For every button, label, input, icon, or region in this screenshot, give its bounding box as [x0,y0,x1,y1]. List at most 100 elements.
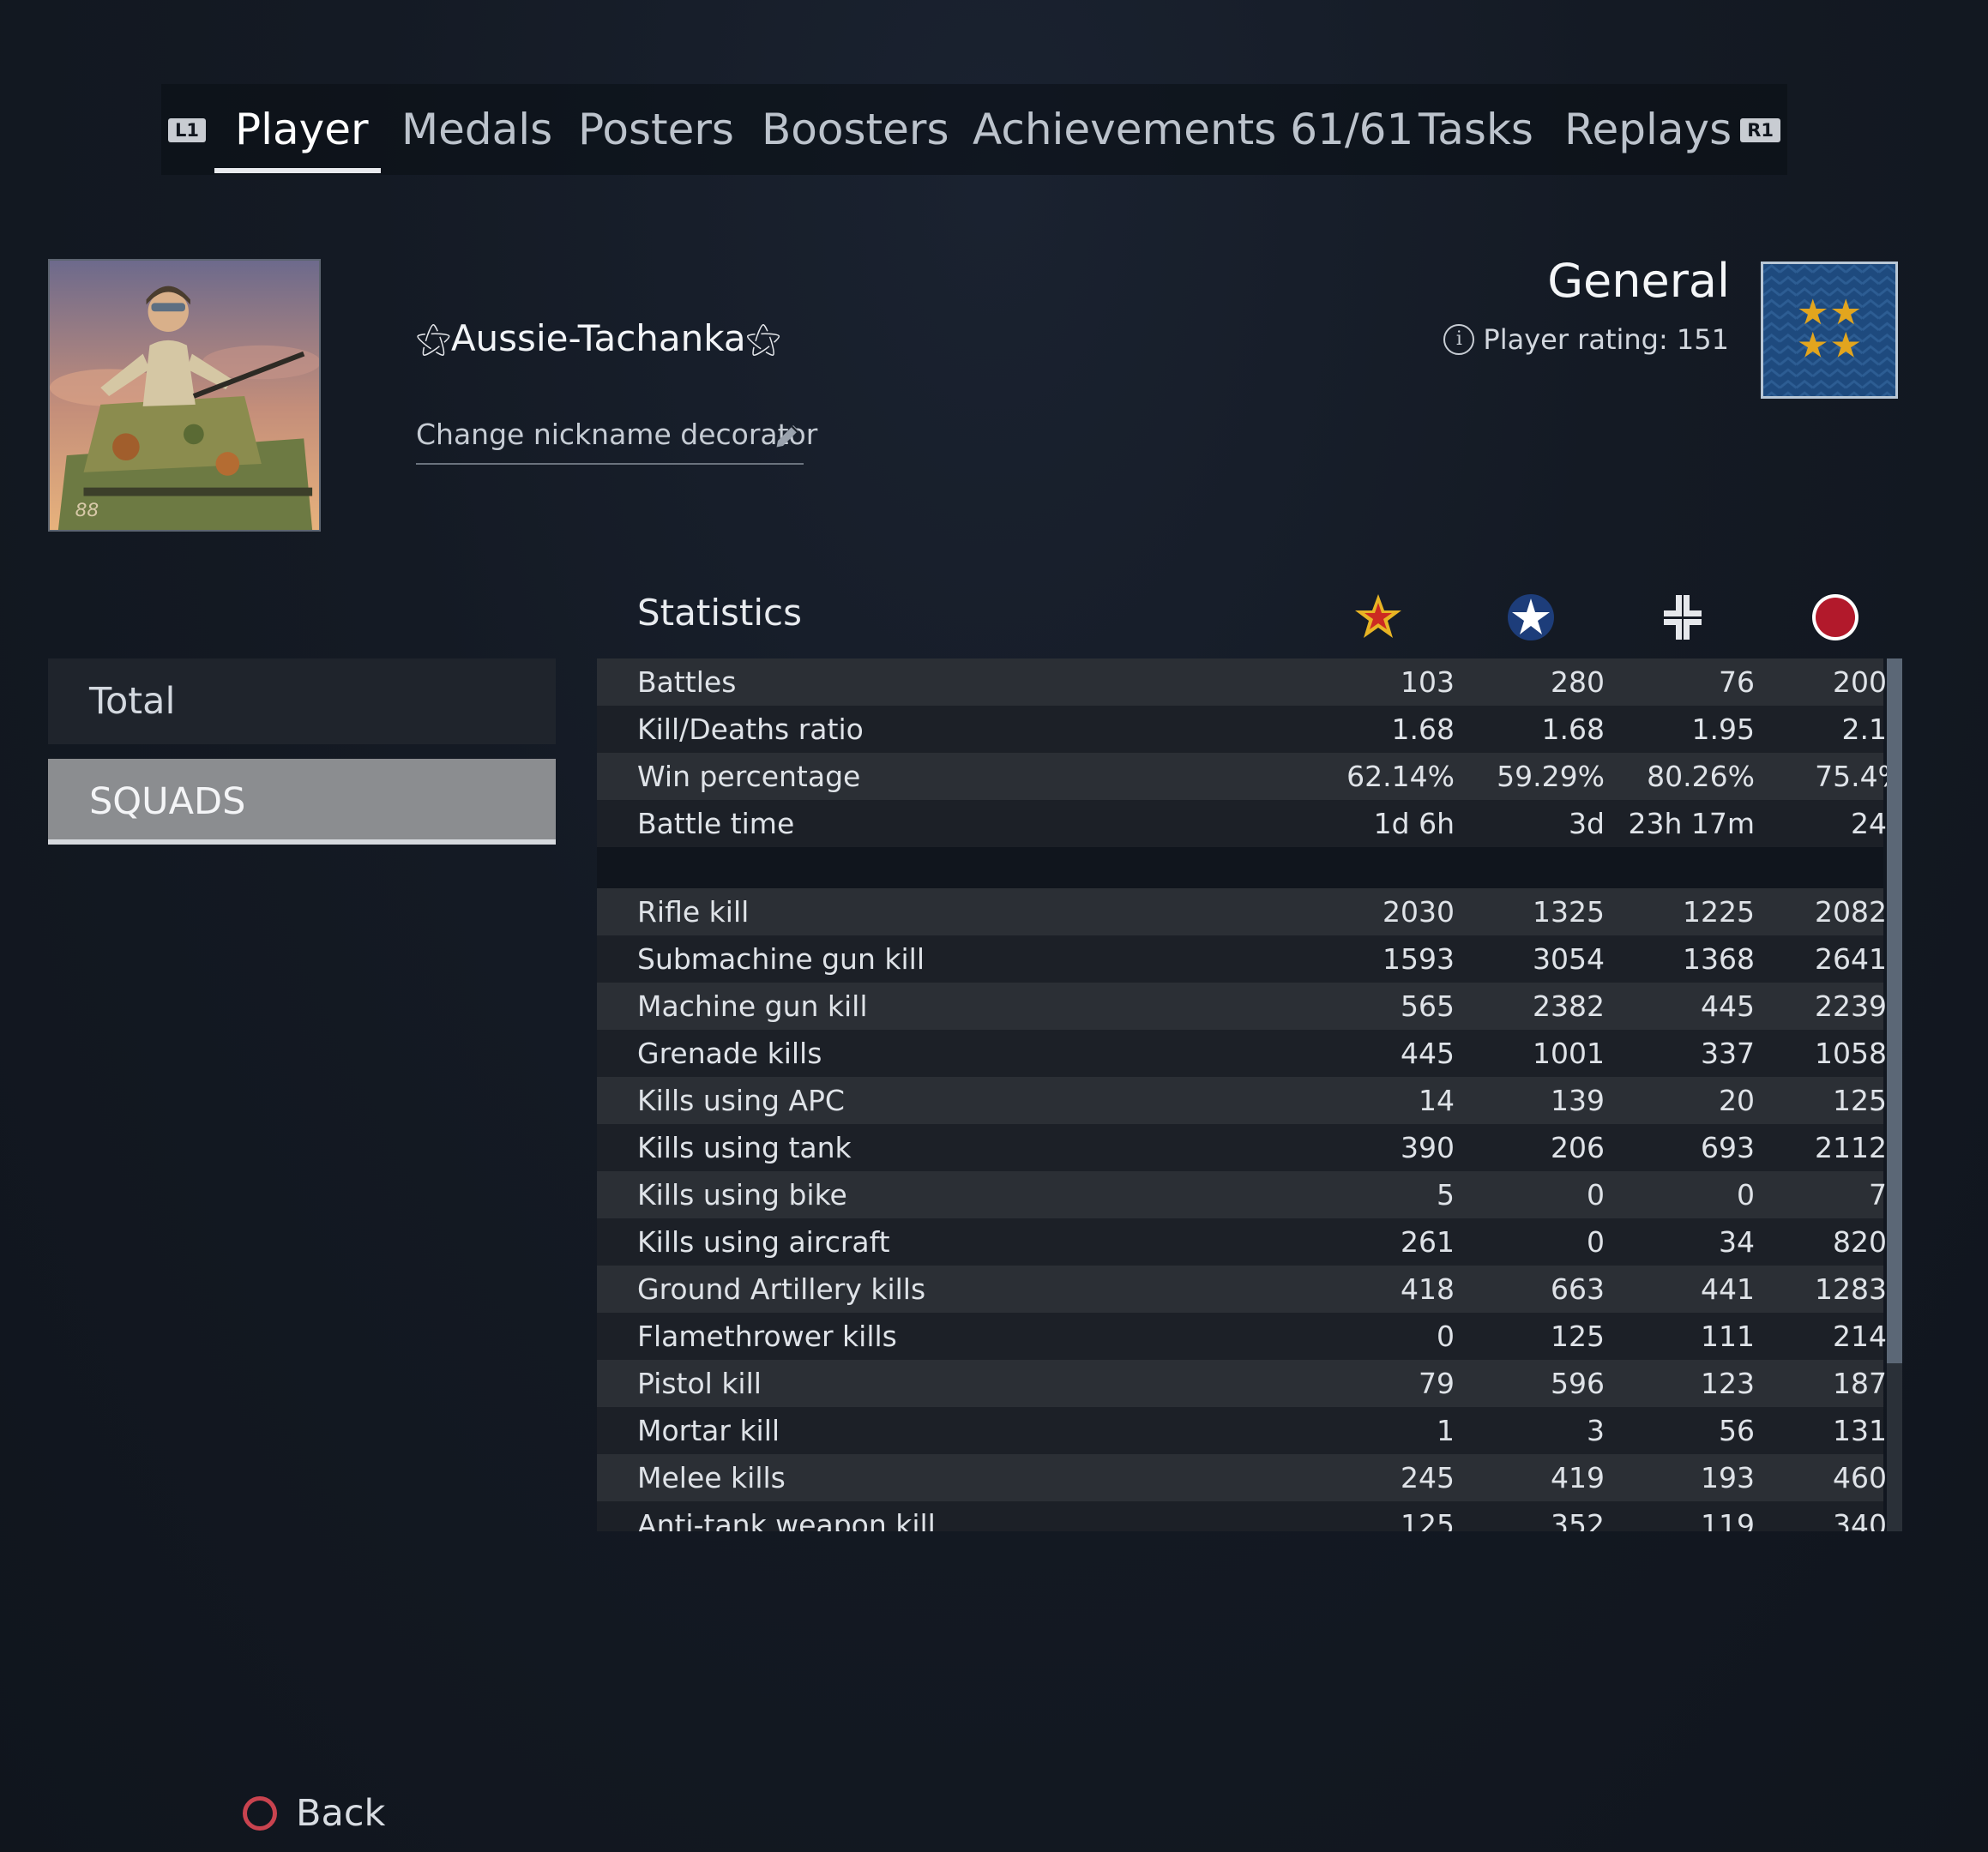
japan-circle-icon [1812,594,1858,640]
row-label: Submachine gun kill [637,942,925,976]
cell-value: 12835 [1815,1272,1902,1306]
cell-value: 0 [1737,1178,1755,1212]
svg-text:88: 88 [75,500,99,521]
table-scrollbar[interactable] [1887,658,1902,1531]
cell-value: 62.14% [1346,760,1455,793]
rank-title: General [1547,254,1730,308]
tank-commander-portrait-icon: 88 [50,261,319,530]
info-icon[interactable]: i [1443,324,1475,355]
cell-value: 261 [1401,1225,1455,1259]
cell-value: 390 [1401,1131,1455,1164]
cell-value: 1.68 [1541,713,1605,746]
cell-value: 79 [1419,1367,1455,1400]
cell-value: 20 [1719,1084,1755,1117]
cell-value: 14 [1419,1084,1455,1117]
tab-replays[interactable]: Replays [1564,99,1732,159]
cell-value: 663 [1551,1272,1605,1306]
cell-value: 103 [1401,665,1455,699]
cell-value: 3402 [1833,1508,1902,1531]
cell-value: 34 [1719,1225,1755,1259]
cell-value: 245 [1401,1461,1455,1494]
row-label: Kills using APC [637,1084,845,1117]
cell-value: 20825 [1815,895,1902,929]
nickname-decorator-right-icon: ⚝ [745,317,781,359]
cell-value: 4609 [1833,1461,1902,1494]
cell-value: 0 [1587,1225,1605,1259]
l1-shoulder-icon[interactable]: L1 [168,118,206,142]
us-star-icon [1508,594,1554,640]
cell-value: 2.13 [1841,713,1902,746]
rank-badge-icon[interactable] [1761,262,1898,399]
cell-value: 206 [1551,1131,1605,1164]
cell-value: 2030 [1383,895,1455,929]
row-label: Anti-tank weapon kill [637,1508,936,1531]
nickname-decorator-left-icon: ⚝ [416,317,451,359]
cell-value: 445 [1701,989,1755,1023]
cell-value: 59.29% [1497,760,1605,793]
cell-value: 21129 [1815,1131,1902,1164]
table-row: Kills using tank 390 206 693 21129 [597,1124,1902,1171]
cell-value: 565 [1401,989,1455,1023]
table-row: Kills using APC 14 139 20 1255 [597,1077,1902,1124]
table-row: Melee kills 245 419 193 4609 [597,1454,1902,1501]
pencil-icon [776,425,798,448]
cell-value: 1.68 [1391,713,1455,746]
row-label: Win percentage [637,760,861,793]
cell-value: 24d [1851,807,1902,840]
row-label: Battles [637,665,737,699]
row-label: Battle time [637,807,795,840]
sidebar-item-squads[interactable]: SQUADS [48,759,556,845]
cell-value: 1001 [1533,1037,1605,1070]
german-cross-icon [1664,595,1702,640]
table-spacer [597,847,1883,888]
cell-value: 10584 [1815,1037,1902,1070]
cell-value: 337 [1701,1037,1755,1070]
cell-value: 0 [1437,1320,1455,1353]
row-label: Flamethrower kills [637,1320,897,1353]
cell-value: 123 [1701,1367,1755,1400]
soviet-star-icon [1355,594,1401,638]
cell-value: 1225 [1683,895,1755,929]
r1-shoulder-icon[interactable]: R1 [1740,118,1780,142]
table-row: Flamethrower kills 0 125 111 2148 [597,1313,1902,1360]
cell-value: 2000 [1833,665,1902,699]
cell-value: 76 [1719,665,1755,699]
tab-medals[interactable]: Medals [401,99,552,159]
back-button[interactable]: Back [243,1792,385,1835]
cell-value: 1593 [1383,942,1455,976]
cell-value: 445 [1401,1037,1455,1070]
cell-value: 139 [1551,1084,1605,1117]
cell-value: 22390 [1815,989,1902,1023]
table-row: Grenade kills 445 1001 337 10584 [597,1030,1902,1077]
row-label: Mortar kill [637,1414,780,1447]
avatar[interactable]: 88 [48,259,321,532]
tab-boosters[interactable]: Boosters [762,99,949,159]
tab-posters[interactable]: Posters [578,99,734,159]
statistics-table[interactable]: Battles 103 280 76 2000 Kill/Deaths rati… [597,658,1902,1531]
cell-value: 419 [1551,1461,1605,1494]
statistics-title: Statistics [637,592,802,634]
change-nickname-decorator-button[interactable]: Change nickname decorator [416,413,817,465]
top-tab-bar: L1 Player Medals Posters Boosters Achiev… [161,84,1787,175]
scrollbar-thumb[interactable] [1887,658,1902,1363]
cell-value: 193 [1701,1461,1755,1494]
cell-value: 2148 [1833,1320,1902,1353]
cell-value: 1 [1437,1414,1455,1447]
cell-value: 80.26% [1647,760,1755,793]
tab-player[interactable]: Player [235,99,369,159]
cell-value: 441 [1701,1272,1755,1306]
circle-button-icon [243,1796,277,1831]
cell-value: 70 [1869,1178,1902,1212]
sidebar-item-total[interactable]: Total [48,658,556,744]
table-row: Anti-tank weapon kill 125 352 119 3402 [597,1501,1902,1531]
row-label: Kill/Deaths ratio [637,713,864,746]
cell-value: 352 [1551,1508,1605,1531]
cell-value: 693 [1701,1131,1755,1164]
cell-value: 596 [1551,1367,1605,1400]
table-row: Mortar kill 1 3 56 1318 [597,1407,1902,1454]
nickname-text: Aussie-Tachanka [450,317,746,359]
tab-achievements[interactable]: Achievements 61/61 [973,99,1413,159]
table-row: Win percentage 62.14% 59.29% 80.26% 75.4… [597,753,1902,800]
player-rating: i Player rating: 151 [1443,323,1729,356]
tab-tasks[interactable]: Tasks [1419,99,1533,159]
